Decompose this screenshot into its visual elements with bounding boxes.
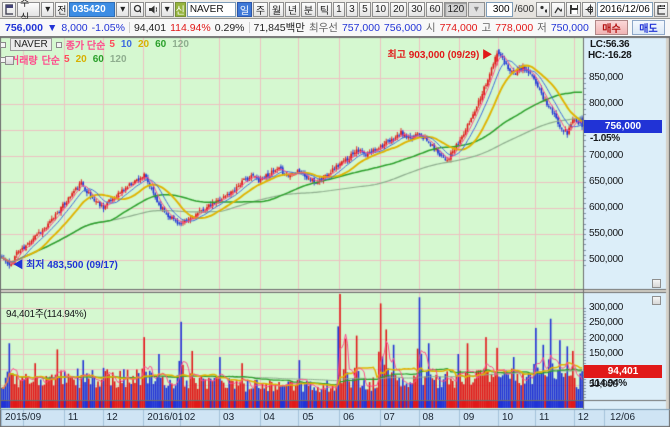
pattern-icon[interactable] bbox=[536, 2, 550, 17]
volume-ratio: 114.94% bbox=[170, 22, 211, 34]
minute-button-120[interactable]: 120 bbox=[444, 2, 467, 17]
bar-count-max-label: /600 bbox=[514, 4, 535, 15]
separator bbox=[129, 22, 130, 33]
period-button-6[interactable]: 틱 bbox=[317, 2, 332, 17]
best-bid: 756,000 bbox=[384, 22, 422, 34]
minute-button-60[interactable]: 60 bbox=[426, 2, 443, 17]
settings-icon[interactable] bbox=[582, 2, 596, 17]
period-button-5[interactable]: 분 bbox=[301, 2, 316, 17]
minute-button-5[interactable]: 5 bbox=[359, 2, 371, 17]
search-icon[interactable] bbox=[130, 2, 144, 17]
separator bbox=[249, 22, 250, 33]
window-icon[interactable] bbox=[2, 2, 16, 17]
low-price: 750,000 bbox=[551, 22, 589, 34]
turnover-percent: 0.29% bbox=[215, 22, 245, 34]
quote-bar: 756,000 ▼ 8,000 -1.05% 94,401 114.94% 0.… bbox=[0, 19, 670, 37]
low-label: 저 bbox=[537, 20, 547, 35]
best-quote-label: 최우선 bbox=[309, 20, 338, 35]
price-volume-chart-canvas[interactable] bbox=[0, 37, 670, 427]
minute-button-30[interactable]: 30 bbox=[408, 2, 425, 17]
open-price: 774,000 bbox=[440, 22, 478, 34]
change-percent: -1.05% bbox=[92, 22, 125, 34]
stock-name-field[interactable]: NAVER bbox=[187, 2, 236, 17]
change-value: 8,000 bbox=[61, 22, 87, 34]
bar-count-input[interactable] bbox=[486, 2, 513, 17]
issue-badge: 신 bbox=[175, 2, 186, 17]
main-toolbar: 주식 ▾ 전 ▾ ▾ 신 NAVER 일주월년분틱 13510203060120… bbox=[0, 0, 670, 19]
trendline-icon[interactable] bbox=[551, 2, 565, 17]
minute-button-group: 13510203060120 bbox=[333, 2, 467, 17]
calendar-icon[interactable] bbox=[654, 2, 668, 17]
open-label: 시 bbox=[426, 20, 436, 35]
code-dropdown-icon[interactable]: ▾ bbox=[116, 2, 129, 17]
period-button-3[interactable]: 월 bbox=[269, 2, 284, 17]
minute-button-10[interactable]: 10 bbox=[372, 2, 389, 17]
high-price: 778,000 bbox=[495, 22, 533, 34]
minute-button-1[interactable]: 1 bbox=[333, 2, 345, 17]
minute-button-3[interactable]: 3 bbox=[346, 2, 358, 17]
asset-type-dropdown-icon[interactable]: ▾ bbox=[41, 2, 54, 17]
interval-dropdown[interactable]: ▾ bbox=[468, 2, 484, 17]
trade-value: 71,845백만 bbox=[254, 20, 305, 35]
period-button-4[interactable]: 년 bbox=[285, 2, 300, 17]
volume-value: 94,401 bbox=[134, 22, 166, 34]
speaker-icon[interactable] bbox=[145, 2, 159, 17]
date-field[interactable]: 2016/12/06 bbox=[597, 2, 653, 17]
minute-button-20[interactable]: 20 bbox=[390, 2, 407, 17]
change-direction-icon: ▼ bbox=[47, 22, 57, 34]
sell-button[interactable]: 매도 bbox=[632, 20, 665, 35]
buy-button[interactable]: 매수 bbox=[595, 20, 628, 35]
best-ask: 757,000 bbox=[342, 22, 380, 34]
current-price: 756,000 bbox=[5, 22, 43, 34]
period-button-1[interactable]: 일 bbox=[237, 2, 252, 17]
period-button-group: 일주월년분틱 bbox=[237, 2, 332, 17]
high-label: 고 bbox=[482, 20, 492, 35]
save-icon[interactable] bbox=[566, 2, 580, 17]
stock-code-input[interactable] bbox=[69, 2, 115, 17]
speaker-dropdown-icon[interactable]: ▾ bbox=[161, 2, 174, 17]
asset-type-select[interactable]: 주식 bbox=[17, 2, 40, 17]
prev-stock-button[interactable]: 전 bbox=[55, 2, 68, 17]
chart-region: NAVER 종가 단순 5102060120 LC:56.36 HC:-16.2… bbox=[0, 37, 670, 427]
period-button-2[interactable]: 주 bbox=[253, 2, 268, 17]
